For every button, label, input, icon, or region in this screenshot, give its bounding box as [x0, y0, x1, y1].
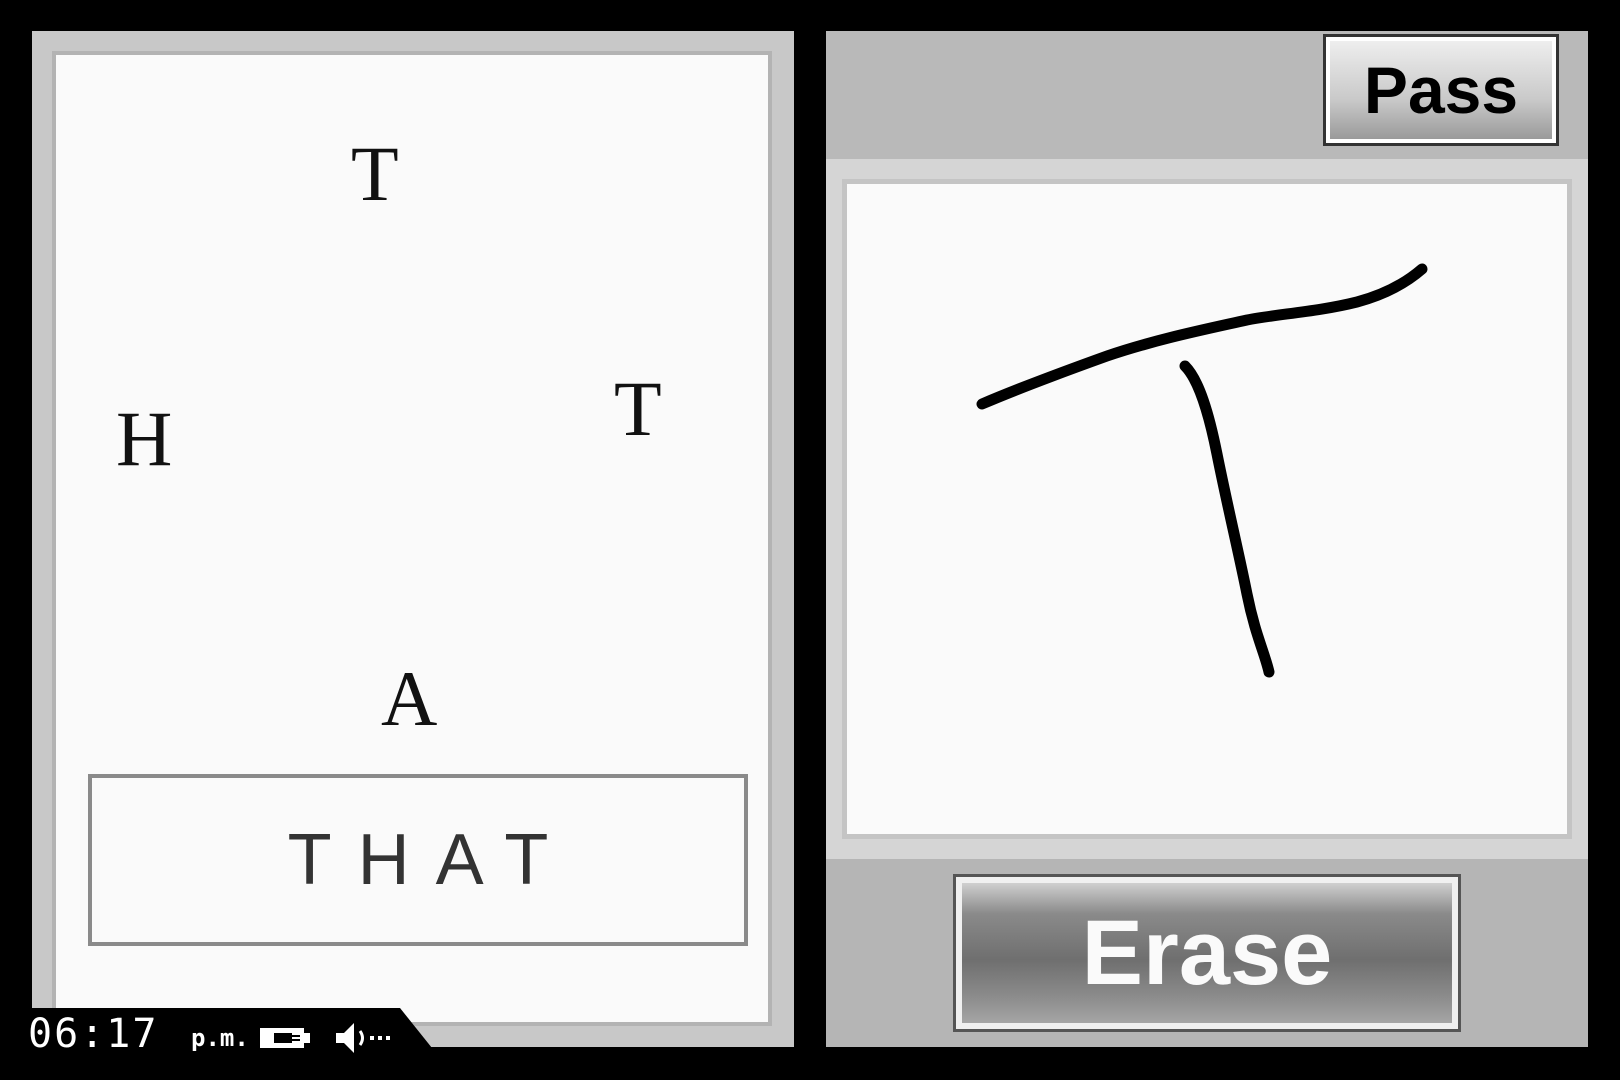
- erase-button-label: Erase: [1081, 901, 1333, 1004]
- scrambled-letter-4: A: [381, 655, 438, 742]
- pass-button-label: Pass: [1363, 53, 1519, 127]
- scrambled-letter-1: T: [351, 130, 399, 217]
- answer-box: THAT: [88, 774, 748, 946]
- status-bar: 06:17 p.m.: [0, 1008, 440, 1058]
- clock-ampm: p.m.: [191, 1024, 249, 1052]
- drawing-canvas[interactable]: [842, 179, 1572, 839]
- drawing-frame: [826, 159, 1588, 859]
- erase-button[interactable]: Erase: [953, 874, 1461, 1032]
- handwritten-stroke-T: [976, 263, 1428, 678]
- right-header: Pass: [826, 31, 1588, 159]
- puzzle-panel: T H T A THAT: [52, 51, 772, 1026]
- left-screen: T H T A THAT: [32, 31, 794, 1047]
- right-footer: Erase: [826, 859, 1588, 1047]
- right-screen: Pass Erase: [826, 31, 1588, 1047]
- scrambled-letter-3: T: [614, 365, 662, 452]
- answer-word: THAT: [287, 820, 575, 900]
- battery-plug-icon: [258, 1024, 318, 1052]
- clock-time: 06:17: [28, 1011, 159, 1057]
- speaker-volume-icon: [334, 1020, 398, 1056]
- ink-stroke-vertical: [1179, 360, 1275, 678]
- pass-button[interactable]: Pass: [1323, 34, 1559, 146]
- scrambled-letter-2: H: [116, 395, 173, 482]
